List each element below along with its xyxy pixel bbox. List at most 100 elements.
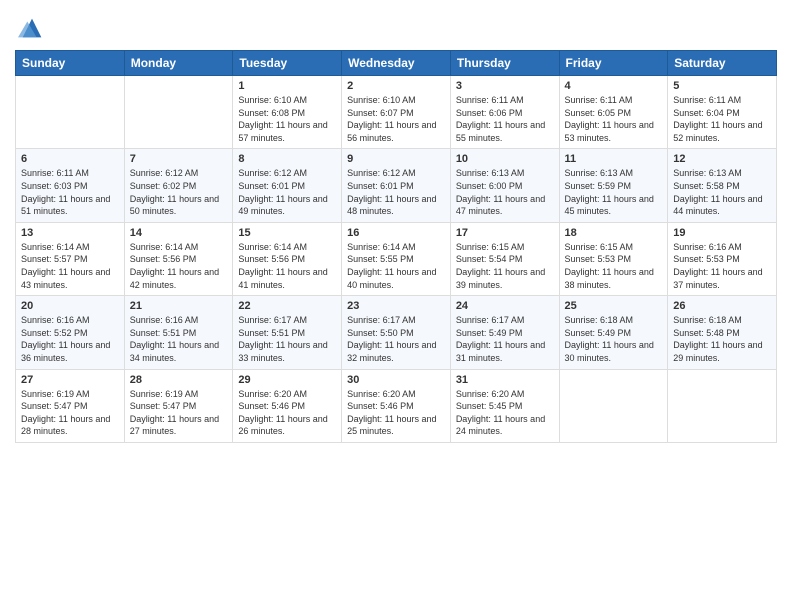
day-info: Sunrise: 6:13 AMSunset: 5:58 PMDaylight:… (673, 167, 771, 217)
day-info: Sunrise: 6:14 AMSunset: 5:55 PMDaylight:… (347, 241, 445, 291)
day-number: 18 (565, 227, 663, 239)
day-info: Sunrise: 6:13 AMSunset: 6:00 PMDaylight:… (456, 167, 554, 217)
day-number: 28 (130, 374, 228, 386)
day-number: 15 (238, 227, 336, 239)
day-info: Sunrise: 6:11 AMSunset: 6:05 PMDaylight:… (565, 94, 663, 144)
calendar-cell: 24 Sunrise: 6:17 AMSunset: 5:49 PMDayligh… (450, 296, 559, 369)
day-info: Sunrise: 6:10 AMSunset: 6:07 PMDaylight:… (347, 94, 445, 144)
day-number: 24 (456, 300, 554, 312)
weekday-header-monday: Monday (124, 51, 233, 76)
day-info: Sunrise: 6:17 AMSunset: 5:49 PMDaylight:… (456, 314, 554, 364)
calendar-cell: 11Sunrise: 6:13 AMSunset: 5:59 PMDayligh… (559, 149, 668, 222)
calendar-cell: 18 Sunrise: 6:15 AMSunset: 5:53 PMDayligh… (559, 222, 668, 295)
day-number: 30 (347, 374, 445, 386)
day-info: Sunrise: 6:11 AMSunset: 6:03 PMDaylight:… (21, 167, 119, 217)
weekday-header-tuesday: Tuesday (233, 51, 342, 76)
day-number: 11 (565, 153, 663, 165)
calendar-cell: 30 Sunrise: 6:20 AMSunset: 5:46 PMDayligh… (342, 369, 451, 442)
day-info: Sunrise: 6:20 AMSunset: 5:45 PMDaylight:… (456, 388, 554, 438)
calendar-cell: 19 Sunrise: 6:16 AMSunset: 5:53 PMDayligh… (668, 222, 777, 295)
day-info: Sunrise: 6:19 AMSunset: 5:47 PMDaylight:… (130, 388, 228, 438)
calendar-cell: 21 Sunrise: 6:16 AMSunset: 5:51 PMDayligh… (124, 296, 233, 369)
page: SundayMondayTuesdayWednesdayThursdayFrid… (0, 0, 792, 612)
calendar-cell (559, 369, 668, 442)
day-number: 3 (456, 80, 554, 92)
calendar-cell: 12 Sunrise: 6:13 AMSunset: 5:58 PMDayligh… (668, 149, 777, 222)
calendar-cell: 1 Sunrise: 6:10 AMSunset: 6:08 PMDaylight… (233, 76, 342, 149)
day-info: Sunrise: 6:19 AMSunset: 5:47 PMDaylight:… (21, 388, 119, 438)
calendar-cell: 3 Sunrise: 6:11 AMSunset: 6:06 PMDaylight… (450, 76, 559, 149)
day-number: 5 (673, 80, 771, 92)
calendar-cell: 16 Sunrise: 6:14 AMSunset: 5:55 PMDayligh… (342, 222, 451, 295)
weekday-header-row: SundayMondayTuesdayWednesdayThursdayFrid… (16, 51, 777, 76)
day-info: Sunrise: 6:16 AMSunset: 5:53 PMDaylight:… (673, 241, 771, 291)
day-info: Sunrise: 6:12 AMSunset: 6:01 PMDaylight:… (347, 167, 445, 217)
calendar-cell: 5 Sunrise: 6:11 AMSunset: 6:04 PMDaylight… (668, 76, 777, 149)
day-info: Sunrise: 6:11 AMSunset: 6:06 PMDaylight:… (456, 94, 554, 144)
calendar-cell: 8 Sunrise: 6:12 AMSunset: 6:01 PMDaylight… (233, 149, 342, 222)
weekday-header-sunday: Sunday (16, 51, 125, 76)
day-info: Sunrise: 6:15 AMSunset: 5:54 PMDaylight:… (456, 241, 554, 291)
weekday-header-thursday: Thursday (450, 51, 559, 76)
day-number: 4 (565, 80, 663, 92)
day-number: 21 (130, 300, 228, 312)
calendar-cell: 2 Sunrise: 6:10 AMSunset: 6:07 PMDaylight… (342, 76, 451, 149)
logo-icon (18, 14, 46, 42)
calendar-cell: 6Sunrise: 6:11 AMSunset: 6:03 PMDaylight… (16, 149, 125, 222)
calendar: SundayMondayTuesdayWednesdayThursdayFrid… (15, 50, 777, 443)
day-number: 20 (21, 300, 119, 312)
day-info: Sunrise: 6:12 AMSunset: 6:02 PMDaylight:… (130, 167, 228, 217)
day-number: 19 (673, 227, 771, 239)
day-number: 16 (347, 227, 445, 239)
day-number: 1 (238, 80, 336, 92)
day-info: Sunrise: 6:17 AMSunset: 5:51 PMDaylight:… (238, 314, 336, 364)
week-row-2: 6Sunrise: 6:11 AMSunset: 6:03 PMDaylight… (16, 149, 777, 222)
calendar-cell: 13Sunrise: 6:14 AMSunset: 5:57 PMDayligh… (16, 222, 125, 295)
calendar-cell: 20Sunrise: 6:16 AMSunset: 5:52 PMDayligh… (16, 296, 125, 369)
calendar-cell: 22Sunrise: 6:17 AMSunset: 5:51 PMDayligh… (233, 296, 342, 369)
day-info: Sunrise: 6:14 AMSunset: 5:57 PMDaylight:… (21, 241, 119, 291)
day-number: 31 (456, 374, 554, 386)
day-info: Sunrise: 6:16 AMSunset: 5:51 PMDaylight:… (130, 314, 228, 364)
day-number: 8 (238, 153, 336, 165)
calendar-cell: 26Sunrise: 6:18 AMSunset: 5:48 PMDayligh… (668, 296, 777, 369)
day-info: Sunrise: 6:20 AMSunset: 5:46 PMDaylight:… (347, 388, 445, 438)
calendar-cell: 15 Sunrise: 6:14 AMSunset: 5:56 PMDayligh… (233, 222, 342, 295)
calendar-cell: 27Sunrise: 6:19 AMSunset: 5:47 PMDayligh… (16, 369, 125, 442)
calendar-cell: 25Sunrise: 6:18 AMSunset: 5:49 PMDayligh… (559, 296, 668, 369)
calendar-cell: 4 Sunrise: 6:11 AMSunset: 6:05 PMDaylight… (559, 76, 668, 149)
calendar-cell (124, 76, 233, 149)
day-number: 23 (347, 300, 445, 312)
calendar-cell: 7 Sunrise: 6:12 AMSunset: 6:02 PMDaylight… (124, 149, 233, 222)
day-number: 14 (130, 227, 228, 239)
day-number: 10 (456, 153, 554, 165)
day-info: Sunrise: 6:12 AMSunset: 6:01 PMDaylight:… (238, 167, 336, 217)
calendar-cell: 31 Sunrise: 6:20 AMSunset: 5:45 PMDayligh… (450, 369, 559, 442)
day-info: Sunrise: 6:20 AMSunset: 5:46 PMDaylight:… (238, 388, 336, 438)
day-number: 7 (130, 153, 228, 165)
calendar-cell: 9 Sunrise: 6:12 AMSunset: 6:01 PMDaylight… (342, 149, 451, 222)
day-number: 2 (347, 80, 445, 92)
day-info: Sunrise: 6:14 AMSunset: 5:56 PMDaylight:… (238, 241, 336, 291)
calendar-cell: 28 Sunrise: 6:19 AMSunset: 5:47 PMDayligh… (124, 369, 233, 442)
week-row-3: 13Sunrise: 6:14 AMSunset: 5:57 PMDayligh… (16, 222, 777, 295)
calendar-cell (668, 369, 777, 442)
calendar-cell: 17 Sunrise: 6:15 AMSunset: 5:54 PMDayligh… (450, 222, 559, 295)
weekday-header-friday: Friday (559, 51, 668, 76)
calendar-cell: 14 Sunrise: 6:14 AMSunset: 5:56 PMDayligh… (124, 222, 233, 295)
day-number: 17 (456, 227, 554, 239)
day-number: 12 (673, 153, 771, 165)
week-row-4: 20Sunrise: 6:16 AMSunset: 5:52 PMDayligh… (16, 296, 777, 369)
calendar-cell: 29Sunrise: 6:20 AMSunset: 5:46 PMDayligh… (233, 369, 342, 442)
day-number: 9 (347, 153, 445, 165)
weekday-header-wednesday: Wednesday (342, 51, 451, 76)
calendar-cell: 10 Sunrise: 6:13 AMSunset: 6:00 PMDayligh… (450, 149, 559, 222)
day-info: Sunrise: 6:10 AMSunset: 6:08 PMDaylight:… (238, 94, 336, 144)
day-info: Sunrise: 6:15 AMSunset: 5:53 PMDaylight:… (565, 241, 663, 291)
day-info: Sunrise: 6:11 AMSunset: 6:04 PMDaylight:… (673, 94, 771, 144)
logo (15, 14, 46, 42)
day-number: 25 (565, 300, 663, 312)
calendar-cell: 23Sunrise: 6:17 AMSunset: 5:50 PMDayligh… (342, 296, 451, 369)
day-info: Sunrise: 6:14 AMSunset: 5:56 PMDaylight:… (130, 241, 228, 291)
week-row-5: 27Sunrise: 6:19 AMSunset: 5:47 PMDayligh… (16, 369, 777, 442)
